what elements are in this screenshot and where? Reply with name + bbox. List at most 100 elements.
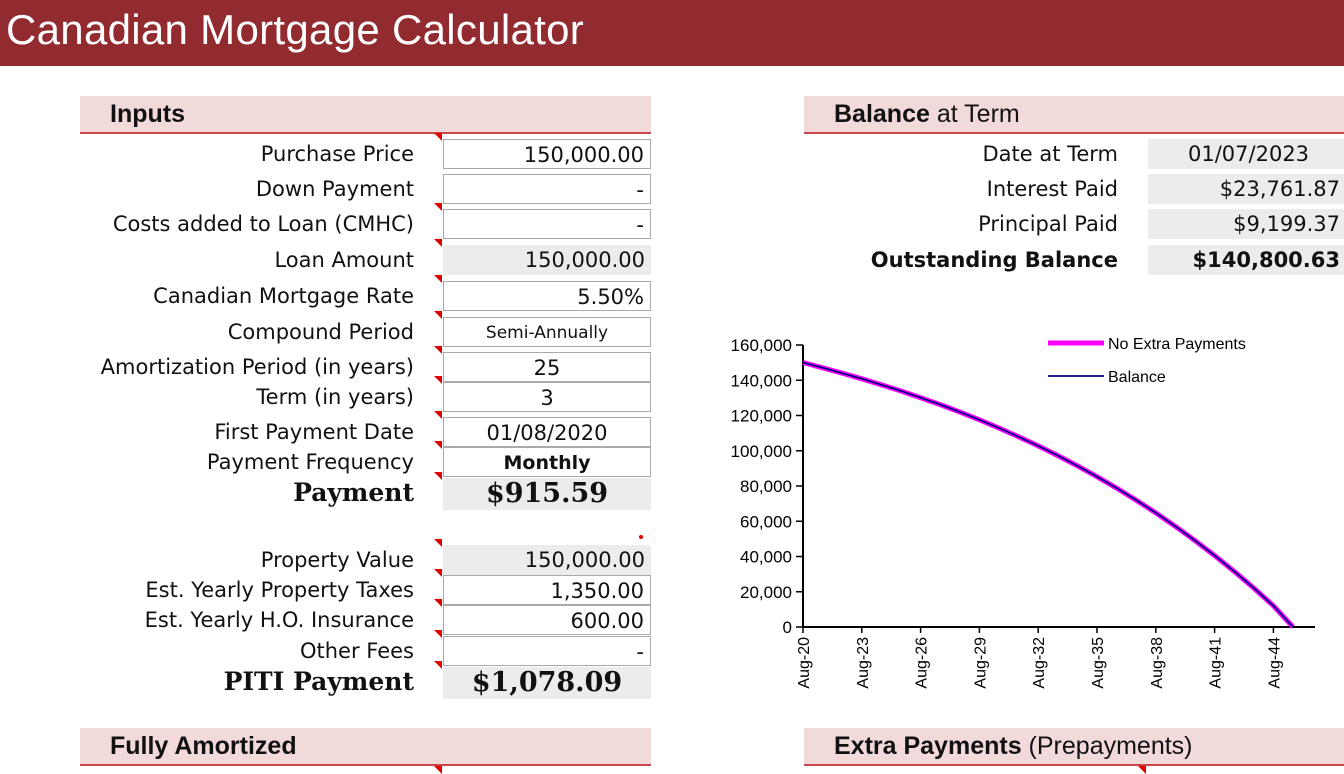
field-label: Est. Yearly Property Taxes xyxy=(145,578,414,602)
comment-indicator xyxy=(434,203,442,211)
comment-indicator xyxy=(434,239,442,247)
other-fees-input[interactable]: - xyxy=(443,636,651,666)
field-label: Term (in years) xyxy=(256,385,414,409)
field-label: Down Payment xyxy=(255,177,414,201)
field-label: Payment xyxy=(293,478,414,507)
field-label: Loan Amount xyxy=(274,248,414,272)
balance-chart: 0 20,000 40,000 60,000 80,000 100,000 120,000 1… xyxy=(731,336,1315,689)
est-yearly-h-o-insurance-input[interactable]: 600.00 xyxy=(443,605,651,635)
input-row-payment: Payment xyxy=(0,478,420,508)
balance-header-bold: Balance xyxy=(834,100,930,128)
y-tick-label: 160,000 xyxy=(731,336,792,355)
field-label: Compound Period xyxy=(227,320,414,344)
field-label: Other Fees xyxy=(299,639,414,663)
down-payment-input[interactable]: - xyxy=(443,174,651,204)
piti-payment-value: $1,078.09 xyxy=(443,667,651,699)
x-tick-label: Aug-20 xyxy=(796,637,813,689)
balance-header-rest: at Term xyxy=(929,100,1020,128)
comment-indicator xyxy=(434,661,442,669)
piti-row-other-fees: Other Fees xyxy=(0,636,420,666)
comment-indicator xyxy=(434,599,442,607)
date-at-term-value: 01/07/2023 xyxy=(1148,139,1344,169)
input-row-term-in-years: Term (in years) xyxy=(0,382,420,412)
field-label: Interest Paid xyxy=(986,177,1118,201)
field-label: Est. Yearly H.O. Insurance xyxy=(144,608,414,632)
comment-indicator xyxy=(434,630,442,638)
y-tick-label: 60,000 xyxy=(740,512,792,531)
comment-indicator xyxy=(434,346,442,354)
input-row-costs-added-to-loan-cmhc: Costs added to Loan (CMHC) xyxy=(0,209,420,239)
comment-indicator xyxy=(434,441,442,449)
input-row-amortization-period-in-years: Amortization Period (in years) xyxy=(0,352,420,382)
comment-indicator xyxy=(434,569,442,577)
field-label: Outstanding Balance xyxy=(870,248,1118,272)
principal-paid-value: $9,199.37 xyxy=(1148,209,1344,239)
input-row-first-payment-date: First Payment Date xyxy=(0,417,420,447)
comment-indicator xyxy=(434,472,442,480)
y-tick-label: 120,000 xyxy=(731,407,792,426)
field-label: Canadian Mortgage Rate xyxy=(153,284,414,308)
legend-label: No Extra Payments xyxy=(1108,336,1246,353)
comment-indicator xyxy=(434,766,442,774)
fully-amortized-header-label: Fully Amortized xyxy=(110,732,297,760)
legend-label: Balance xyxy=(1108,369,1166,386)
loan-amount-value: 150,000.00 xyxy=(443,245,651,275)
piti-row-est-yearly-h-o-insurance: Est. Yearly H.O. Insurance xyxy=(0,605,420,635)
y-tick-label: 100,000 xyxy=(731,442,792,461)
x-tick-label: Aug-32 xyxy=(1031,637,1048,689)
compound-period-input[interactable]: Semi-Annually xyxy=(443,317,651,347)
input-row-purchase-price: Purchase Price xyxy=(0,139,420,169)
fully-amortized-section-header: Fully Amortized xyxy=(80,728,651,766)
x-tick-label: Aug-26 xyxy=(914,637,931,689)
input-row-loan-amount: Loan Amount xyxy=(0,245,420,275)
field-label: Date at Term xyxy=(982,142,1118,166)
balance-at-term-section-header: Balance at Term xyxy=(804,96,1344,134)
field-label: Property Value xyxy=(260,548,414,572)
series-line-no-extra-payments xyxy=(802,360,1295,629)
field-label: Principal Paid xyxy=(978,212,1118,236)
piti-row-est-yearly-property-taxes: Est. Yearly Property Taxes xyxy=(0,575,420,605)
comment-indicator xyxy=(434,311,442,319)
comment-marker xyxy=(639,535,643,539)
comment-indicator xyxy=(434,275,442,283)
y-tick-label: 80,000 xyxy=(740,477,792,496)
interest-paid-value: $23,761.87 xyxy=(1148,174,1344,204)
input-row-payment-frequency: Payment Frequency xyxy=(0,447,420,477)
costs-added-to-loan-cmhc-input[interactable]: - xyxy=(443,209,651,239)
input-row-down-payment: Down Payment xyxy=(0,174,420,204)
payment-value: $915.59 xyxy=(443,478,651,510)
purchase-price-input[interactable]: 150,000.00 xyxy=(443,139,651,169)
input-row-compound-period: Compound Period xyxy=(0,317,420,347)
piti-row-property-value: Property Value xyxy=(0,545,420,575)
comment-indicator xyxy=(1138,766,1146,774)
canadian-mortgage-rate-input[interactable]: 5.50% xyxy=(443,281,651,311)
inputs-section-header: Inputs xyxy=(80,96,651,134)
property-value-value: 150,000.00 xyxy=(443,545,651,575)
field-label: Payment Frequency xyxy=(206,450,414,474)
first-payment-date-input[interactable]: 01/08/2020 xyxy=(443,417,651,447)
balance-row-outstanding-balance: Outstanding Balance xyxy=(800,245,1120,275)
title-bar: Canadian Mortgage Calculator xyxy=(0,0,1344,66)
outstanding-balance-value: $140,800.63 xyxy=(1148,245,1344,275)
y-tick-label: 20,000 xyxy=(740,583,792,602)
term-in-years-input[interactable]: 3 xyxy=(443,382,651,412)
comment-indicator xyxy=(434,411,442,419)
x-tick-label: Aug-23 xyxy=(855,637,872,689)
field-label: Purchase Price xyxy=(260,142,414,166)
comment-indicator xyxy=(434,133,442,141)
field-label: PITI Payment xyxy=(223,667,414,696)
field-label: Costs added to Loan (CMHC) xyxy=(112,212,414,236)
comment-indicator xyxy=(434,376,442,384)
payment-frequency-input[interactable]: Monthly xyxy=(443,447,651,477)
amortization-period-in-years-input[interactable]: 25 xyxy=(443,352,651,382)
est-yearly-property-taxes-input[interactable]: 1,350.00 xyxy=(443,575,651,605)
balance-row-interest-paid: Interest Paid xyxy=(800,174,1120,204)
y-tick-label: 40,000 xyxy=(740,548,792,567)
piti-row-piti-payment: PITI Payment xyxy=(0,667,420,697)
x-tick-label: Aug-29 xyxy=(972,637,989,689)
field-label: First Payment Date xyxy=(214,420,414,444)
extra-payments-header-rest: (Prepayments) xyxy=(1021,732,1193,760)
field-label: Amortization Period (in years) xyxy=(100,355,414,379)
app-title: Canadian Mortgage Calculator xyxy=(6,6,585,53)
x-tick-label: Aug-38 xyxy=(1149,637,1166,689)
